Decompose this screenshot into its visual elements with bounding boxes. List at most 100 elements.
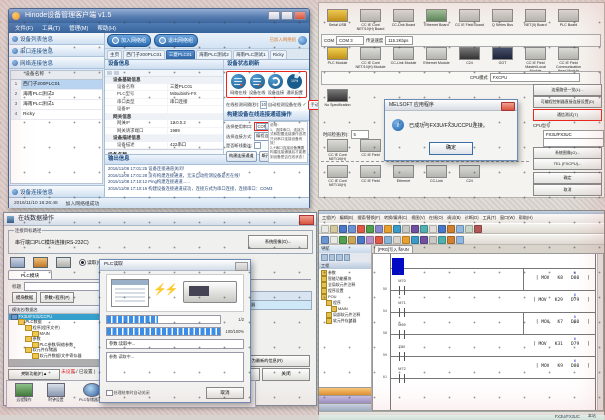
- module-item[interactable]: C24: [453, 47, 486, 73]
- toolbar-icon[interactable]: [348, 225, 356, 233]
- toolbar-icon[interactable]: [429, 225, 437, 233]
- cancel-button[interactable]: 取消: [533, 184, 602, 196]
- reconnect-checkbox[interactable]: [254, 142, 261, 149]
- toolbar-icon[interactable]: [411, 236, 419, 244]
- sidebar-group[interactable]: 串口连接信息: [9, 45, 104, 57]
- user-library-button[interactable]: [319, 395, 371, 403]
- communication-test-button[interactable]: 通信测试(T): [533, 109, 602, 121]
- module-item[interactable]: CC IE Cont NET/10(H) Module: [354, 47, 387, 73]
- menu-item[interactable]: 在线(O): [429, 215, 443, 223]
- toolbar-icon[interactable]: [357, 236, 365, 244]
- param-program-button[interactable]: 参数+程序(P): [40, 292, 73, 303]
- minimize-button[interactable]: [268, 11, 280, 20]
- module-item[interactable]: NET(II) Board: [519, 9, 552, 31]
- toolbar-icon[interactable]: [375, 236, 383, 244]
- toolbar-icon[interactable]: [321, 225, 329, 233]
- navigation-toolbar[interactable]: [319, 253, 371, 262]
- tab-item[interactable]: 西门子200PLC01: [123, 50, 165, 60]
- checkbox-icon[interactable]: [106, 390, 113, 397]
- sidebar-group[interactable]: 设备列表信息: [9, 33, 104, 45]
- module-item[interactable]: Ethernet: [387, 165, 420, 187]
- module-item[interactable]: CC IE Cont NET/10(H): [321, 139, 354, 161]
- module-item[interactable]: Q Series Bus: [486, 9, 519, 31]
- ladder-rung[interactable]: [ MOV K8 D80 ]0: [373, 254, 603, 276]
- toolbar-icon[interactable]: [366, 225, 374, 233]
- project-view-button[interactable]: [319, 387, 371, 395]
- radio-icon[interactable]: [79, 259, 86, 266]
- menu-item[interactable]: 工具(T): [42, 24, 60, 32]
- progress-titlebar[interactable]: PLC读取: [100, 260, 250, 271]
- maximize-button[interactable]: [281, 11, 293, 20]
- menu-item[interactable]: 工具(T): [483, 215, 496, 223]
- dialog-titlebar[interactable]: 在线数据操作: [4, 213, 316, 226]
- toolbar-icon[interactable]: [348, 236, 356, 244]
- system-image-button[interactable]: 系统图像(G)...: [248, 235, 308, 249]
- module-item[interactable]: C24: [453, 165, 486, 187]
- toolbar-icon[interactable]: [393, 236, 401, 244]
- menu-item[interactable]: 帮助(H): [97, 24, 116, 32]
- join-network-button[interactable]: 加入网络组: [107, 34, 151, 47]
- menu-item[interactable]: 调试(B): [447, 215, 461, 223]
- menu-item[interactable]: 视图(V): [411, 215, 425, 223]
- module-item[interactable]: CC IE Field: [354, 139, 387, 161]
- toolbar-icon[interactable]: [438, 236, 446, 244]
- toolbar-icon[interactable]: [447, 225, 455, 233]
- module-item[interactable]: PLC Module: [321, 47, 354, 73]
- module-item[interactable]: CC IE Cont NET/10(H) Board: [354, 9, 387, 31]
- menu-item[interactable]: 工程(P): [322, 215, 336, 223]
- menu-item[interactable]: 管理(M): [69, 24, 88, 32]
- sort-icon[interactable]: [107, 71, 112, 75]
- menu-item[interactable]: 帮助(H): [519, 215, 533, 223]
- property-row[interactable]: 网关IP12.0.0.2: [105, 120, 223, 128]
- toolbar-icon[interactable]: [438, 225, 446, 233]
- ok-button[interactable]: 确定: [533, 172, 602, 184]
- close-icon[interactable]: [299, 215, 314, 225]
- close-dialog-button[interactable]: 关闭: [262, 368, 310, 381]
- toolbar-icon[interactable]: [330, 236, 338, 244]
- module-item[interactable]: CC-Link: [420, 165, 453, 187]
- property-row[interactable]: 设备IP: [105, 106, 223, 114]
- melsoft-dialog-titlebar[interactable]: MELSOFT 应用程序: [385, 100, 517, 111]
- output-log[interactable]: 2016/11/08 17:01:25 设备连接通道关闭！2016/11/08 …: [105, 165, 309, 197]
- module-item[interactable]: GOT: [486, 47, 519, 73]
- module-item[interactable]: CC IE Field Master/Local Module: [519, 47, 552, 73]
- ladder-editor[interactable]: [ MOV K8 D80 ]050M70[ MOV K29 D79 ]054M7…: [372, 253, 604, 411]
- property-row[interactable]: PLC型号Mitsubishi-FX: [105, 91, 223, 99]
- category-icon[interactable]: [114, 71, 119, 75]
- build-channel-button[interactable]: 构建连接通道: [226, 151, 257, 162]
- clock-setting-item[interactable]: 时钟设置: [47, 383, 65, 405]
- cpu-mode-field[interactable]: FXCPU: [490, 73, 580, 82]
- menu-item[interactable]: 编辑(E): [340, 215, 354, 223]
- toolbar-icon[interactable]: [429, 236, 437, 244]
- toolbar-icon[interactable]: [456, 236, 464, 244]
- exit-network-button[interactable]: 退出网络组: [154, 34, 198, 47]
- close-button[interactable]: [294, 11, 306, 20]
- toolbar-icon[interactable]: [393, 225, 401, 233]
- module-item[interactable]: CC IE Field Communication Head Module: [552, 47, 585, 73]
- module-item[interactable]: CC IE Field Board: [453, 9, 486, 31]
- toolbar-icon[interactable]: [375, 225, 383, 233]
- tel-button[interactable]: TEL (FXCPU)...: [533, 158, 602, 170]
- device-list-row[interactable]: 4Ricky: [11, 110, 102, 120]
- module-item[interactable]: Serial USB: [321, 9, 354, 31]
- toolbar-icon[interactable]: [474, 225, 482, 233]
- interval-input[interactable]: 10: [260, 101, 267, 109]
- toolbar-icon[interactable]: [384, 225, 392, 233]
- menu-item[interactable]: 搜索/替换(F): [357, 215, 380, 223]
- progress-cancel-button[interactable]: 取消: [206, 387, 244, 399]
- module-item[interactable]: CC IE Cont NET/10(H): [321, 165, 354, 187]
- project-section-header[interactable]: 工程: [319, 262, 371, 269]
- toolbar-icon[interactable]: [411, 225, 419, 233]
- toolbar-icon[interactable]: [384, 236, 392, 244]
- time-check-field[interactable]: 5: [351, 130, 369, 139]
- toolbar-icon[interactable]: [339, 225, 347, 233]
- menu-item[interactable]: 转换/编译(C): [384, 215, 407, 223]
- tab-item[interactable]: 海南PLC测试2: [196, 50, 232, 60]
- connection-list-button[interactable]: 连接路径一览(L)...: [533, 84, 602, 96]
- toolbar-icon[interactable]: [330, 225, 338, 233]
- tab-item[interactable]: Ricky: [270, 50, 287, 60]
- module-item[interactable]: CC IE Field: [354, 165, 387, 187]
- module-item[interactable]: CC-Link Module: [387, 47, 420, 73]
- vertical-scrollbar[interactable]: [597, 254, 603, 410]
- device-list-row[interactable]: 2海南PLC测试2: [11, 90, 102, 100]
